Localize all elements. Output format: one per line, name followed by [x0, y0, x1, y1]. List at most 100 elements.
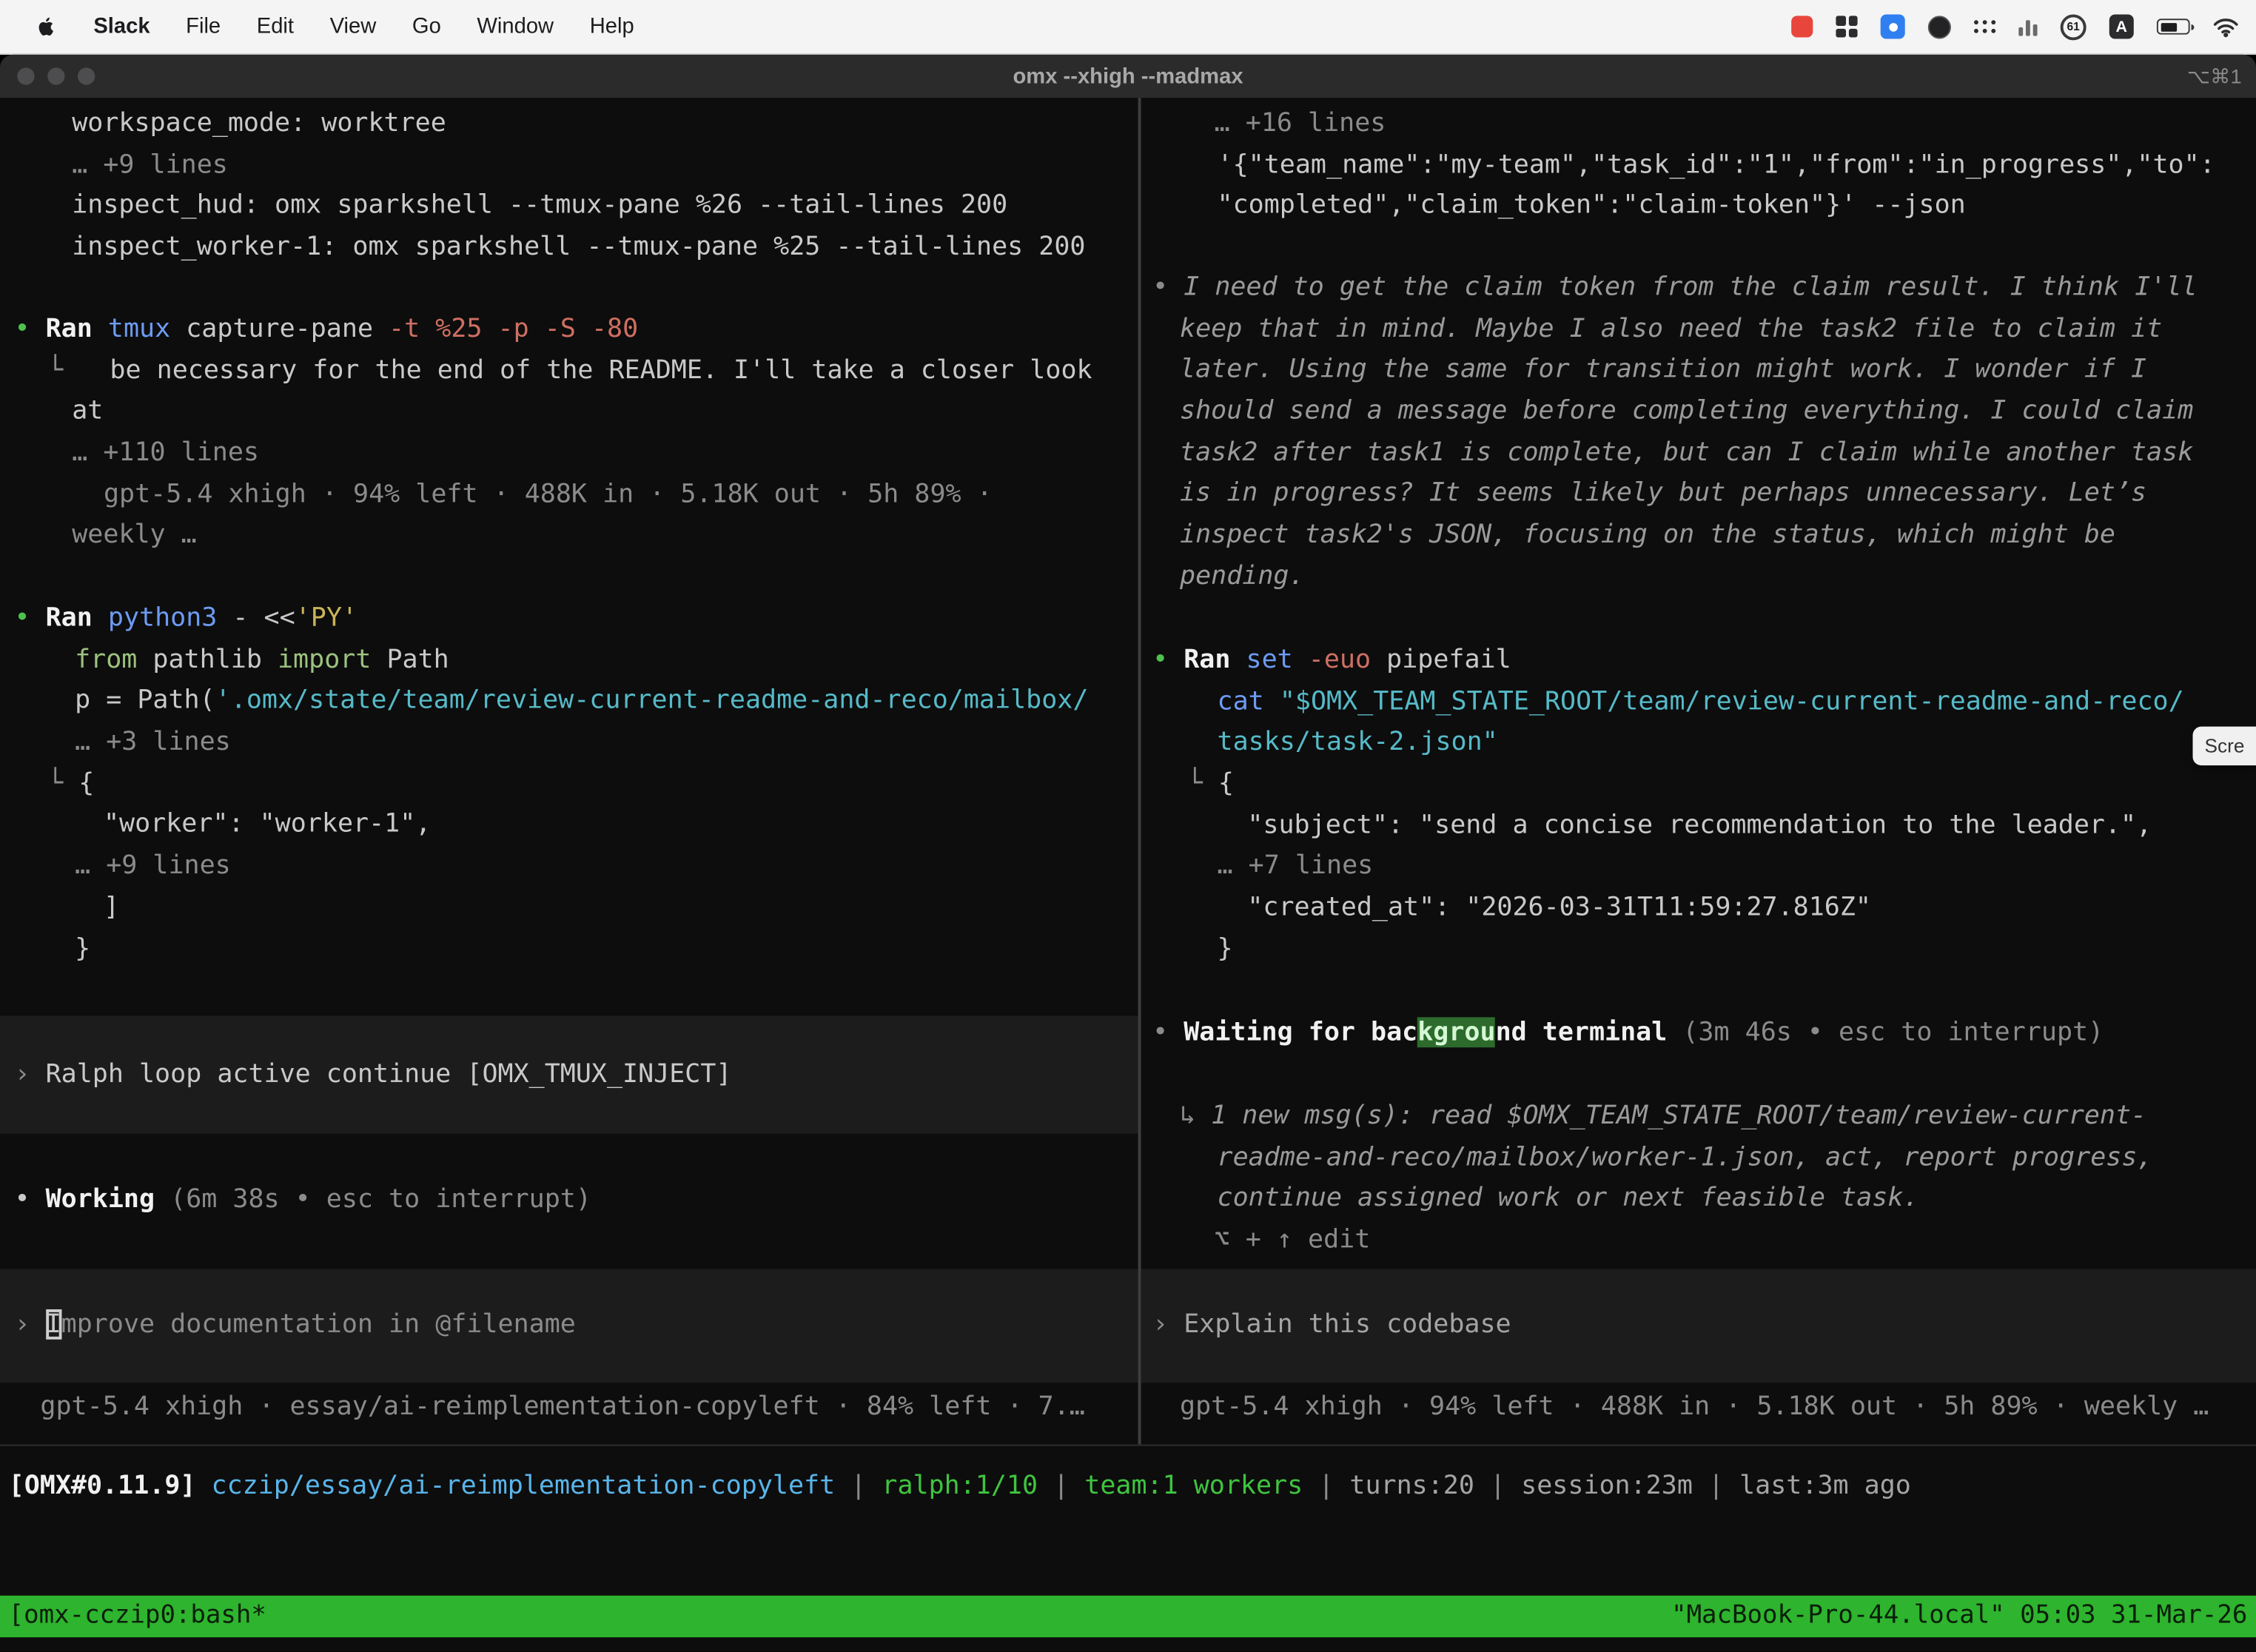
tmux-status-bar: [omx-cczip0:bash* "MacBook-Pro-44.local"… [0, 1596, 2256, 1637]
text-segment: • [14, 1184, 45, 1215]
terminal-line: at [0, 392, 1138, 433]
terminal-line: continue assigned work or next feasible … [1141, 1179, 2256, 1220]
tmux-pane-left[interactable]: workspace_mode: worktree … +9 lines inspec… [0, 98, 1138, 1444]
text-segment: "subject": "send a concise recommendatio… [1247, 810, 2152, 840]
traffic-lights [17, 67, 95, 84]
text-segment: | [1474, 1471, 1521, 1501]
text-segment: | [1303, 1471, 1349, 1501]
menu-item-file[interactable]: File [186, 14, 221, 38]
blue-app-icon[interactable] [1881, 14, 1905, 38]
status-separator [0, 1445, 2256, 1446]
terminal-line: p = Path('.omx/state/team/review-current… [0, 681, 1138, 722]
text-segment: Explain this codebase [1184, 1309, 1511, 1340]
text-segment: pathlib [137, 644, 278, 674]
text-segment: Ran [46, 602, 108, 633]
text-segment: tasks/task-2.json" [1218, 727, 1498, 757]
battery-icon[interactable] [2157, 19, 2190, 34]
tmux-host-clock: "MacBook-Pro-44.local" 05:03 31-Mar-26 [1671, 1596, 2247, 1637]
text-segment: } [75, 933, 90, 964]
terminal-line: is in progress? It seems likely but perh… [1141, 474, 2256, 515]
menu-bar: Slack File Edit View Go Window Help 61 A [0, 0, 2256, 55]
window-title: omx --xhigh --madmax [0, 64, 2256, 89]
battery-gauge-icon[interactable]: 61 [2061, 13, 2087, 39]
wifi-icon[interactable] [2213, 16, 2239, 36]
text-segment: python3 [108, 602, 233, 633]
terminal-line: … +16 lines [1141, 104, 2256, 145]
text-segment: task2 after task1 is complete, but can I… [1180, 437, 2193, 467]
dots-grid-icon[interactable] [1974, 20, 1995, 33]
terminal-line: } [0, 929, 1138, 970]
menu-item-window[interactable]: Window [477, 14, 554, 38]
text-segment: ] [104, 892, 119, 922]
tmux-pane-right[interactable]: … +16 lines '{"team_name":"my-team","task… [1141, 98, 2256, 1444]
text-segment: • [14, 602, 45, 633]
text-segment: inspect_worker-1: omx sparkshell --tmux-… [72, 232, 1085, 262]
terminal-line: › Improve documentation in @filename [0, 1305, 1138, 1346]
omx-status-line: [OMX#0.11.9] cczip/essay/ai-reimplementa… [0, 1466, 2256, 1509]
window-shortcut-hint: ⌥⌘1 [2187, 64, 2242, 89]
app-menus: Slack File Edit View Go Window Help [93, 14, 634, 38]
text-segment: set [1246, 645, 1309, 675]
terminal-line: "completed","claim_token":"claim-token"}… [1141, 186, 2256, 227]
terminal-line: └ { [1141, 764, 2256, 805]
terminal-line: "created_at": "2026-03-31T11:59:27.816Z" [1141, 888, 2256, 930]
terminal-line: … +9 lines [0, 145, 1138, 187]
terminal-window: omx --xhigh --madmax ⌥⌘1 workspace_mode:… [0, 55, 2256, 1652]
text-segment: • [1152, 272, 1184, 302]
terminal-line: } [1141, 929, 2256, 970]
text-segment: last:3m ago [1739, 1471, 1911, 1501]
minimize-button[interactable] [47, 67, 64, 84]
text-segment: 1 new msg(s): read $OMX_TEAM_STATE_ROOT/… [1211, 1101, 2146, 1131]
text-segment: ↳ [1180, 1101, 1211, 1131]
keyboard-layout-icon[interactable]: A [2109, 14, 2134, 38]
text-segment: • [1152, 1017, 1184, 1047]
suggestion-prompt[interactable]: › Explain this codebase [1141, 1269, 2256, 1383]
text-segment: └ [47, 355, 63, 386]
text-segment: I need to get the claim token from the c… [1184, 272, 2197, 302]
text-segment: (6m 38s • esc to interrupt) [170, 1184, 591, 1215]
text-segment: kgrou [1417, 1017, 1495, 1047]
menu-item-help[interactable]: Help [590, 14, 634, 38]
terminal-line: • Working (6m 38s • esc to interrupt) [0, 1180, 1138, 1221]
text-segment: … +110 lines [72, 437, 259, 468]
text-segment: pending. [1180, 561, 1305, 591]
terminal-line: • Ran python3 - <<'PY' [0, 599, 1138, 640]
text-segment: - << [232, 602, 295, 633]
window-titlebar[interactable]: omx --xhigh --madmax ⌥⌘1 [0, 55, 2256, 98]
dark-app-icon[interactable] [1928, 15, 1951, 38]
menu-item-go[interactable]: Go [412, 14, 441, 38]
text-segment: … +9 lines [75, 850, 231, 881]
close-button[interactable] [17, 67, 34, 84]
screen-recording-stop-icon[interactable] [1791, 16, 1813, 37]
text-segment: gpt-5.4 xhigh · 94% left · 488K in · 5.1… [1180, 1391, 2209, 1422]
terminal-line: › Ralph loop active continue [OMX_TMUX_I… [0, 1054, 1138, 1095]
text-segment: later. Using the same for transition mig… [1180, 355, 2146, 385]
terminal-line: task2 after task1 is complete, but can I… [1141, 433, 2256, 474]
text-segment: Waiting for bac [1184, 1017, 1417, 1047]
terminal-line: keep that in mind. Maybe I also need the… [1141, 309, 2256, 350]
text-segment: team:1 workers [1084, 1471, 1303, 1501]
terminal-line: ↳ 1 new msg(s): read $OMX_TEAM_STATE_ROO… [1141, 1096, 2256, 1138]
terminal-line: inspect_worker-1: omx sparkshell --tmux-… [0, 227, 1138, 269]
text-segment: import [278, 644, 371, 674]
zoom-button[interactable] [78, 67, 95, 84]
text-segment: … +9 lines [72, 150, 228, 180]
model-status-line: gpt-5.4 xhigh · 94% left · 488K in · 5.1… [1141, 1387, 2256, 1428]
text-segment: "created_at": "2026-03-31T11:59:27.816Z" [1247, 892, 1871, 922]
menu-item-slack[interactable]: Slack [93, 14, 150, 38]
terminal-line: cat "$OMX_TEAM_STATE_ROOT/team/review-cu… [1141, 682, 2256, 723]
composer-input[interactable]: › Improve documentation in @filename [0, 1269, 1138, 1383]
window-grid-icon[interactable] [1836, 16, 1857, 37]
menu-item-view[interactable]: View [330, 14, 377, 38]
text-segment: nd terminal [1496, 1017, 1683, 1047]
apple-menu-icon[interactable] [38, 16, 56, 37]
text-segment: '{"team_name":"my-team","task_id":"1","f… [1218, 150, 2215, 180]
text-segment: ralph:1/10 [882, 1471, 1038, 1501]
terminal-line: should send a message before completing … [1141, 392, 2256, 433]
text-segment: › [14, 1058, 45, 1089]
menu-item-edit[interactable]: Edit [257, 14, 294, 38]
terminal-line: '{"team_name":"my-team","task_id":"1","f… [1141, 145, 2256, 187]
text-segment: workspace_mode: worktree [72, 108, 446, 138]
stats-monitor-icon[interactable] [2018, 17, 2037, 36]
text-segment: readme-and-reco/mailbox/worker-1.json, a… [1218, 1142, 2153, 1172]
